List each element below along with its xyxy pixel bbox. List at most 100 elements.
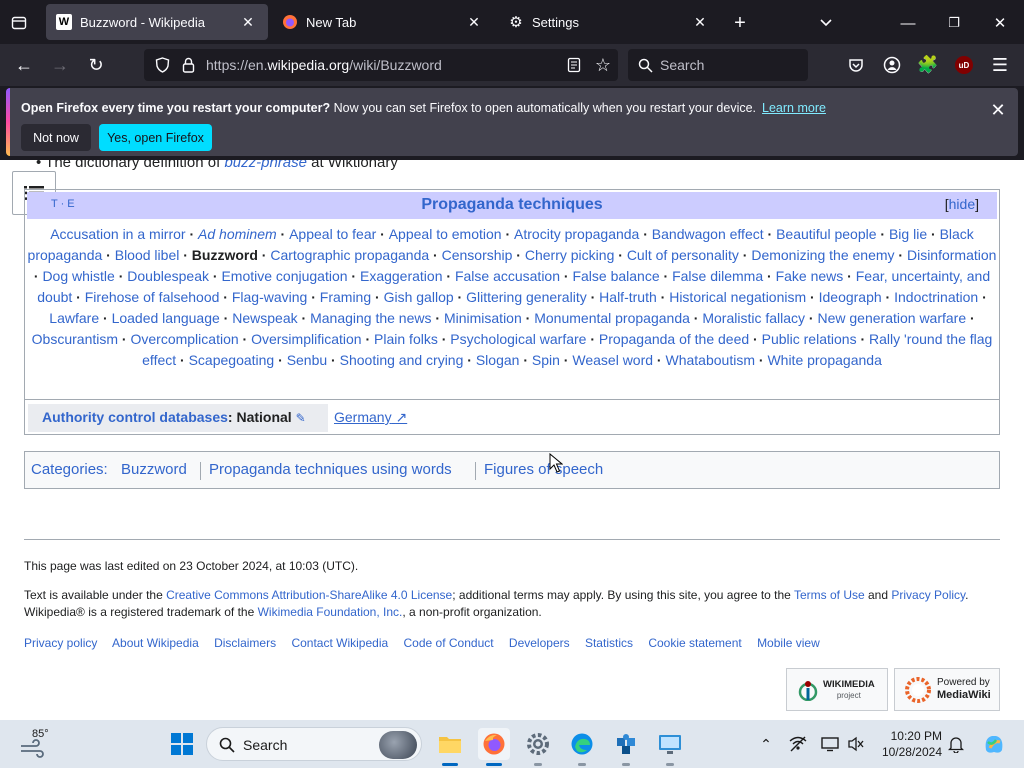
reader-view-icon[interactable] bbox=[564, 55, 584, 75]
navbox-item[interactable]: Loaded language bbox=[112, 310, 220, 326]
footer-link[interactable]: Mobile view bbox=[757, 636, 820, 650]
url-bar[interactable]: https://en.wikipedia.org/wiki/Buzzword ☆ bbox=[144, 49, 618, 81]
show-hidden-icons-chevron-icon[interactable]: ⌃ bbox=[754, 728, 778, 760]
copilot-icon[interactable] bbox=[978, 728, 1010, 760]
new-tab-button[interactable]: + bbox=[728, 11, 752, 35]
category-link[interactable]: Propaganda techniques using words bbox=[209, 461, 452, 478]
navbox-item[interactable]: Moralistic fallacy bbox=[702, 310, 805, 326]
wikimedia-project-badge[interactable]: WIKIMEDIA project bbox=[786, 668, 888, 711]
network-icon[interactable] bbox=[786, 728, 810, 760]
bookmark-star-icon[interactable]: ☆ bbox=[592, 54, 614, 76]
license-link[interactable]: Creative Commons Attribution-ShareAlike … bbox=[166, 588, 452, 602]
navbox-item[interactable]: False balance bbox=[572, 268, 659, 284]
clock[interactable]: 10:20 PM 10/28/2024 bbox=[870, 729, 942, 759]
search-bar[interactable]: Search bbox=[628, 49, 808, 81]
close-tab-icon[interactable]: ✕ bbox=[690, 14, 710, 31]
navbox-item[interactable]: Overcomplication bbox=[130, 331, 238, 347]
volume-muted-icon[interactable] bbox=[844, 728, 868, 760]
navbox-item[interactable]: Firehose of falsehood bbox=[85, 289, 220, 305]
navbox-item[interactable]: Lawfare bbox=[49, 310, 99, 326]
navbox-item[interactable]: Obscurantism bbox=[32, 331, 118, 347]
navbox-item[interactable]: Whataboutism bbox=[666, 352, 755, 368]
navbox-item[interactable]: New generation warfare bbox=[818, 310, 967, 326]
url-text[interactable]: https://en.wikipedia.org/wiki/Buzzword bbox=[206, 57, 442, 73]
navbox-item[interactable]: Dog whistle bbox=[42, 268, 114, 284]
navbox-item[interactable]: Fake news bbox=[776, 268, 844, 284]
close-window-button[interactable]: ✕ bbox=[988, 11, 1012, 35]
navbox-item[interactable]: Half-truth bbox=[599, 289, 657, 305]
edge-taskbar-icon[interactable] bbox=[566, 728, 598, 760]
navbox-item[interactable]: Censorship bbox=[442, 247, 513, 263]
footer-link[interactable]: Cookie statement bbox=[648, 636, 741, 650]
category-link[interactable]: Figures of speech bbox=[484, 461, 603, 478]
categories-label[interactable]: Categories: bbox=[31, 461, 108, 478]
footer-link[interactable]: Disclaimers bbox=[214, 636, 276, 650]
hamburger-menu-icon[interactable]: ☰ bbox=[988, 53, 1012, 77]
navbox-item[interactable]: Framing bbox=[320, 289, 371, 305]
navbox-item[interactable]: Minimisation bbox=[444, 310, 522, 326]
navbox-item[interactable]: Blood libel bbox=[115, 247, 180, 263]
footer-link[interactable]: Statistics bbox=[585, 636, 633, 650]
tab-new-tab[interactable]: New Tab ✕ bbox=[272, 4, 494, 40]
minimize-window-button[interactable]: — bbox=[896, 11, 920, 35]
navbox-item[interactable]: Bandwagon effect bbox=[652, 226, 764, 242]
navbox-item[interactable]: Psychological warfare bbox=[450, 331, 586, 347]
back-button[interactable]: ← bbox=[12, 53, 36, 77]
navbox-item[interactable]: Doublespeak bbox=[127, 268, 209, 284]
close-tab-icon[interactable]: ✕ bbox=[464, 14, 484, 31]
navbox-item[interactable]: Historical negationism bbox=[669, 289, 806, 305]
yes-open-firefox-button[interactable]: Yes, open Firefox bbox=[99, 124, 212, 151]
navbox-item[interactable]: Big lie bbox=[889, 226, 927, 242]
navbox-item[interactable]: Accusation in a mirror bbox=[50, 226, 185, 242]
wikimedia-foundation-link[interactable]: Wikimedia Foundation, Inc. bbox=[258, 605, 403, 619]
display-icon[interactable] bbox=[818, 728, 842, 760]
category-link[interactable]: Buzzword bbox=[121, 461, 187, 478]
navbox-item[interactable]: Indoctrination bbox=[894, 289, 978, 305]
navbox-item[interactable]: Glittering generality bbox=[466, 289, 587, 305]
terms-of-use-link[interactable]: Terms of Use bbox=[794, 588, 865, 602]
navbox-item[interactable]: False accusation bbox=[455, 268, 560, 284]
navbox-item[interactable]: Scapegoating bbox=[189, 352, 275, 368]
buzz-phrase-link[interactable]: buzz-phrase bbox=[224, 160, 307, 171]
navbox-item[interactable]: Spin bbox=[532, 352, 560, 368]
navbox-item[interactable]: Flag-waving bbox=[232, 289, 307, 305]
shield-icon[interactable] bbox=[152, 55, 172, 75]
ublock-origin-icon[interactable]: uD bbox=[952, 53, 976, 77]
file-explorer-icon[interactable] bbox=[434, 728, 466, 760]
tab-settings[interactable]: ⚙ Settings ✕ bbox=[498, 4, 720, 40]
firefox-view-icon[interactable] bbox=[8, 12, 30, 34]
navbox-item[interactable]: Weasel word bbox=[572, 352, 653, 368]
navbox-item[interactable]: Cult of personality bbox=[627, 247, 739, 263]
pencil-icon[interactable]: ✎ bbox=[296, 411, 306, 425]
navbox-item[interactable]: Newspeak bbox=[232, 310, 297, 326]
navbox-item[interactable]: Beautiful people bbox=[776, 226, 876, 242]
navbox-item[interactable]: False dilemma bbox=[672, 268, 763, 284]
navbox-item[interactable]: White propaganda bbox=[767, 352, 881, 368]
navbox-item[interactable]: Exaggeration bbox=[360, 268, 443, 284]
authority-germany-link[interactable]: Germany ↗ bbox=[334, 409, 407, 426]
navbox-item[interactable]: Atrocity propaganda bbox=[514, 226, 639, 242]
navbox-item[interactable]: Public relations bbox=[762, 331, 857, 347]
navbox-item[interactable]: Cartographic propaganda bbox=[270, 247, 429, 263]
reload-button[interactable]: ↻ bbox=[84, 53, 108, 77]
navbox-title[interactable]: Propaganda techniques bbox=[27, 196, 997, 214]
navbox-item[interactable]: Oversimplification bbox=[251, 331, 361, 347]
pocket-icon[interactable] bbox=[844, 53, 868, 77]
navbox-item[interactable]: Shooting and crying bbox=[340, 352, 464, 368]
navbox-item[interactable]: Managing the news bbox=[310, 310, 431, 326]
powered-by-mediawiki-badge[interactable]: Powered by MediaWiki bbox=[894, 668, 1000, 711]
close-notification-icon[interactable]: ✕ bbox=[986, 98, 1010, 122]
navbox-item[interactable]: Appeal to fear bbox=[289, 226, 376, 242]
navbox-item[interactable]: Cherry picking bbox=[525, 247, 614, 263]
close-tab-icon[interactable]: ✕ bbox=[238, 14, 258, 31]
authority-control-link[interactable]: Authority control databases bbox=[42, 409, 228, 425]
restore-window-button[interactable]: ❐ bbox=[942, 11, 966, 35]
app-puzzle-taskbar-icon[interactable] bbox=[610, 728, 642, 760]
forward-button[interactable]: → bbox=[48, 53, 72, 77]
navbox-item[interactable]: Propaganda of the deed bbox=[599, 331, 749, 347]
navbox-item[interactable]: Gish gallop bbox=[384, 289, 454, 305]
navbox-item[interactable]: Ad hominem bbox=[198, 226, 277, 242]
footer-link[interactable]: Developers bbox=[509, 636, 570, 650]
firefox-taskbar-icon[interactable] bbox=[478, 728, 510, 760]
privacy-policy-link[interactable]: Privacy Policy bbox=[891, 588, 965, 602]
